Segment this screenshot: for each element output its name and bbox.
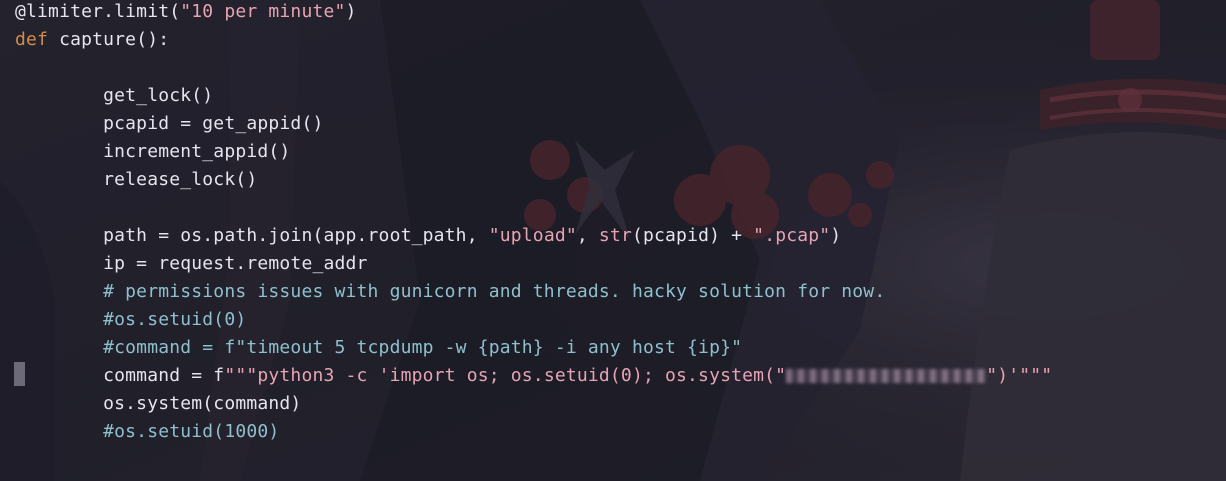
code-token-plain: ) bbox=[830, 225, 842, 246]
code-line[interactable]: pcapid = get_appid() bbox=[15, 110, 323, 138]
code-line[interactable]: ip = request.remote_addr bbox=[15, 250, 368, 278]
code-token-string: "10 per minute" bbox=[180, 1, 346, 22]
code-token-builtin: str bbox=[598, 225, 632, 246]
code-token-string: ")'""" bbox=[986, 365, 1053, 386]
code-token-plain: release_lock() bbox=[15, 169, 258, 190]
code-token-plain: get_lock() bbox=[15, 85, 214, 106]
code-token-plain: ) bbox=[345, 1, 357, 22]
code-token-plain: , bbox=[576, 225, 599, 246]
code-line[interactable]: os.system(command) bbox=[15, 390, 301, 418]
code-line[interactable]: command = f"""python3 -c 'import os; os.… bbox=[15, 362, 1052, 390]
code-token-keyword: def bbox=[15, 29, 60, 50]
code-line[interactable]: get_lock() bbox=[15, 82, 213, 110]
code-token-plain: capture(): bbox=[59, 29, 170, 50]
code-line[interactable]: # permissions issues with gunicorn and t… bbox=[15, 278, 885, 306]
code-token-plain: ip = request.remote_addr bbox=[15, 253, 368, 274]
redacted-text bbox=[786, 369, 987, 383]
code-token-comment: #os.setuid(1000) bbox=[15, 421, 280, 442]
code-line[interactable]: def capture(): bbox=[15, 26, 169, 54]
code-token-comment: # permissions issues with gunicorn and t… bbox=[15, 281, 886, 302]
code-token-decorator: @limiter.limit( bbox=[15, 1, 181, 22]
code-line[interactable]: path = os.path.join(app.root_path, "uplo… bbox=[15, 222, 841, 250]
code-token-plain: pcapid = get_appid() bbox=[15, 113, 324, 134]
code-line[interactable]: #os.setuid(0) bbox=[15, 306, 246, 334]
code-line[interactable]: #os.setuid(1000) bbox=[15, 418, 279, 446]
code-token-plain: command = f bbox=[15, 365, 225, 386]
code-token-plain: (pcapid) + bbox=[631, 225, 754, 246]
code-line[interactable]: release_lock() bbox=[15, 166, 257, 194]
code-token-string: ".pcap" bbox=[753, 225, 831, 246]
code-token-string: "upload" bbox=[488, 225, 577, 246]
code-line[interactable]: @limiter.limit("10 per minute") bbox=[15, 0, 357, 26]
code-token-string: """python3 -c 'import os; os.setuid(0); … bbox=[224, 365, 787, 386]
code-token-plain: path = os.path.join(app.root_path, bbox=[15, 225, 489, 246]
code-token-plain: os.system(command) bbox=[15, 393, 302, 414]
code-token-comment: #os.setuid(0) bbox=[15, 309, 247, 330]
code-line[interactable]: increment_appid() bbox=[15, 138, 290, 166]
code-token-plain: increment_appid() bbox=[15, 141, 291, 162]
code-line[interactable]: #command = f"timeout 5 tcpdump -w {path}… bbox=[15, 334, 742, 362]
code-editor[interactable]: @limiter.limit("10 per minute") def captu… bbox=[0, 0, 1226, 481]
code-token-comment: #command = f"timeout 5 tcpdump -w {path}… bbox=[15, 337, 743, 358]
